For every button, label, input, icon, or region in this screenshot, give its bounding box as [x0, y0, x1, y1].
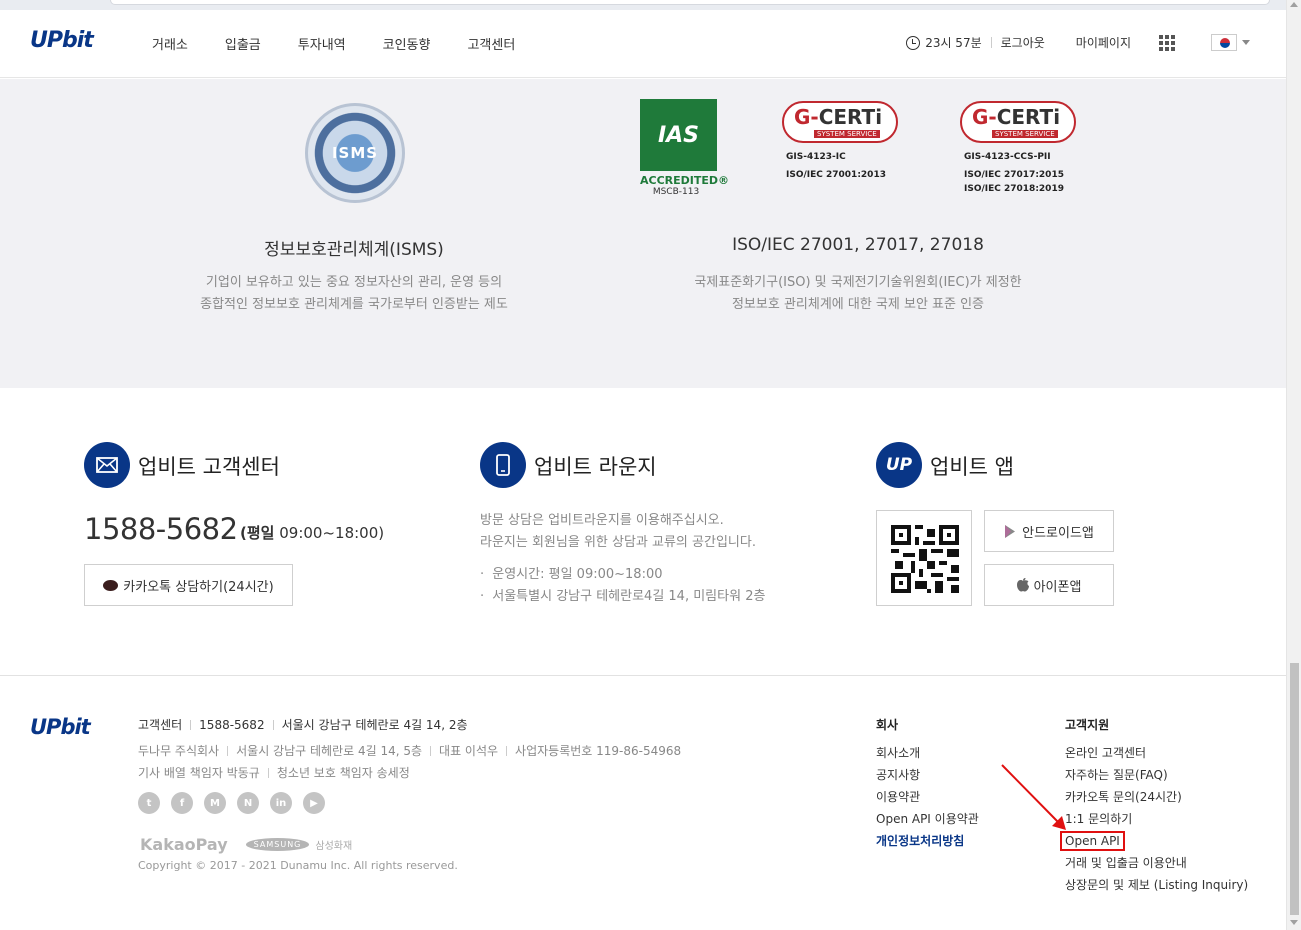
- link-listing-inquiry[interactable]: 상장문의 및 제보 (Listing Inquiry): [1065, 874, 1248, 896]
- gcert2-line: ISO/IEC 27017:2015: [964, 170, 1064, 180]
- clock-icon: [906, 35, 921, 50]
- support-center-title: 업비트 고객센터: [138, 455, 280, 479]
- iso-title: ISO/IEC 27001, 27017, 27018: [732, 235, 984, 255]
- app-qr-code: [876, 510, 972, 606]
- nav-coin-trends[interactable]: 코인동향: [383, 34, 431, 53]
- lounge-title: 업비트 라운지: [534, 455, 657, 479]
- partner-logos: KakaoPay SAMSUNG 삼성화재: [140, 835, 352, 854]
- isms-badge-text: ISMS: [331, 144, 379, 162]
- scrollbar-thumb[interactable]: [1290, 663, 1299, 915]
- isms-badge-image: ISMS: [305, 103, 405, 203]
- footer-support-column: 고객지원 온라인 고객센터 자주하는 질문(FAQ) 카카오톡 문의(24시간)…: [1060, 716, 1248, 896]
- footer-logo[interactable]: UPbit: [30, 715, 91, 739]
- list-item: · 서울특별시 강남구 테헤란로4길 14, 미림타워 2층: [480, 589, 766, 604]
- footer: UPbit 고객센터 1588-5682 서울시 강남구 테헤란로 4길 14,…: [0, 677, 1286, 930]
- scrollbar[interactable]: [1286, 0, 1301, 930]
- footer-company-line: 두나무 주식회사 서울시 강남구 테헤란로 4길 14, 5층 대표 이석우 사…: [138, 744, 682, 758]
- header-right: 23시 57분 로그아웃 마이페이지: [906, 34, 1250, 51]
- apple-icon: [1016, 578, 1029, 592]
- link-open-api[interactable]: Open API: [1060, 831, 1125, 851]
- link-company-intro[interactable]: 회사소개: [876, 742, 979, 764]
- company-heading: 회사: [876, 718, 899, 732]
- nav-support[interactable]: 고객센터: [467, 34, 515, 53]
- session-time: 23시 57분: [925, 36, 982, 50]
- linkedin-icon[interactable]: in: [270, 792, 292, 814]
- ias-accredited-text: ACCREDITED®: [640, 174, 730, 187]
- gcert-logo-2: G-CERTi SYSTEM SERVICE GIS-4123-CCS-PII I…: [960, 101, 1090, 197]
- upbit-logo[interactable]: UPbit: [30, 28, 94, 53]
- android-app-button[interactable]: 안드로이드앱: [984, 510, 1114, 552]
- medium-icon[interactable]: M: [204, 792, 226, 814]
- link-open-api-terms[interactable]: Open API 이용약관: [876, 808, 979, 830]
- kakaopay-logo: KakaoPay: [140, 835, 228, 854]
- list-item: · 운영시간: 평일 09:00~18:00: [480, 567, 663, 582]
- page: UPbit 거래소 입출금 투자내역 코인동향 고객센터 23시 57분 로그아…: [0, 0, 1301, 930]
- link-notices[interactable]: 공지사항: [876, 764, 979, 786]
- iso-description: 국제표준화기구(ISO) 및 국제전기기술위원회(IEC)가 제정한 정보보호 …: [694, 275, 1022, 312]
- social-links: t f M N in ▶: [138, 792, 325, 814]
- gcert2-line: GIS-4123-CCS-PII: [964, 152, 1051, 162]
- scroll-up-arrow[interactable]: [1290, 2, 1298, 7]
- mypage-link[interactable]: 마이페이지: [1076, 34, 1131, 51]
- gcert1-line: ISO/IEC 27001:2013: [786, 170, 886, 180]
- footer-officers-line: 기사 배열 책임자 박동규 청소년 보호 책임자 송세정: [138, 766, 410, 780]
- nav-deposit[interactable]: 입출금: [225, 34, 261, 53]
- support-hours: (평일 09:00~18:00): [240, 524, 385, 542]
- nav-investments[interactable]: 투자내역: [298, 34, 346, 53]
- main-nav: 거래소 입출금 투자내역 코인동향 고객센터: [152, 34, 552, 53]
- lounge-description: 방문 상담은 업비트라운지를 이용해주십시오. 라운지는 회원님을 위한 상담과…: [480, 513, 756, 550]
- isms-title: 정보보호관리체계(ISMS): [264, 240, 444, 260]
- samsung-fire-text: 삼성화재: [315, 841, 353, 852]
- chat-bubble-icon: [103, 579, 119, 591]
- gcert1-line: GIS-4123-IC: [786, 152, 846, 162]
- footer-company-column: 회사 회사소개 공지사항 이용약관 Open API 이용약관 개인정보처리방침: [876, 716, 979, 852]
- mail-icon: [84, 442, 130, 488]
- logout-link[interactable]: 로그아웃: [1001, 34, 1045, 51]
- youtube-icon[interactable]: ▶: [303, 792, 325, 814]
- kakao-chat-button[interactable]: 카카오톡 상담하기(24시간): [84, 564, 293, 606]
- ias-logo-box: IAS: [640, 99, 717, 171]
- facebook-icon[interactable]: f: [171, 792, 193, 814]
- nav-exchange[interactable]: 거래소: [152, 34, 188, 53]
- link-trading-guide[interactable]: 거래 및 입출금 이용안내: [1065, 852, 1248, 874]
- samsung-logo: SAMSUNG: [245, 838, 310, 851]
- link-online-support[interactable]: 온라인 고객센터: [1065, 742, 1248, 764]
- play-store-icon: [1005, 524, 1016, 538]
- twitter-icon[interactable]: t: [138, 792, 160, 814]
- ias-accredited-logo: IAS ACCREDITED® MSCB-113: [640, 99, 730, 199]
- gcert2-line: ISO/IEC 27018:2019: [964, 184, 1064, 194]
- header: UPbit 거래소 입출금 투자내역 코인동향 고객센터 23시 57분 로그아…: [0, 10, 1286, 78]
- link-faq[interactable]: 자주하는 질문(FAQ): [1065, 764, 1248, 786]
- lounge-info-list: · 운영시간: 평일 09:00~18:00 · 서울특별시 강남구 테헤란로4…: [480, 564, 765, 608]
- browser-strip: [0, 0, 1286, 10]
- chevron-down-icon[interactable]: [1242, 40, 1250, 45]
- app-title: 업비트 앱: [930, 455, 1014, 479]
- iphone-app-button[interactable]: 아이폰앱: [984, 564, 1114, 606]
- certification-section: ISMS IAS ACCREDITED® MSCB-113 G-CERTi SYS…: [0, 79, 1286, 388]
- gcert-logo-1: G-CERTi SYSTEM SERVICE GIS-4123-IC ISO/IE…: [782, 101, 912, 183]
- apps-grid-icon[interactable]: [1159, 34, 1175, 51]
- isms-description: 기업이 보유하고 있는 중요 정보자산의 관리, 운영 등의 종합적인 정보보호…: [200, 275, 508, 312]
- phone-icon: [480, 442, 526, 488]
- upbit-app-icon: UP: [876, 442, 922, 488]
- naver-icon[interactable]: N: [237, 792, 259, 814]
- link-kakao-inquiry[interactable]: 카카오톡 문의(24시간): [1065, 786, 1248, 808]
- scroll-down-arrow[interactable]: [1290, 920, 1298, 925]
- korea-flag-icon[interactable]: [1211, 34, 1237, 51]
- copyright: Copyright © 2017 - 2021 Dunamu Inc. All …: [138, 859, 458, 872]
- footer-contact-line: 고객센터 1588-5682 서울시 강남구 테헤란로 4길 14, 2층: [138, 717, 468, 733]
- support-phone: 1588-5682: [84, 512, 238, 546]
- contact-section: 업비트 고객센터 1588-5682 (평일 09:00~18:00) 카카오톡…: [0, 388, 1286, 676]
- support-heading: 고객지원: [1065, 718, 1110, 732]
- link-1on1-inquiry[interactable]: 1:1 문의하기: [1065, 808, 1248, 830]
- link-terms[interactable]: 이용약관: [876, 786, 979, 808]
- link-privacy-policy[interactable]: 개인정보처리방침: [876, 830, 979, 852]
- ias-code: MSCB-113: [652, 187, 700, 197]
